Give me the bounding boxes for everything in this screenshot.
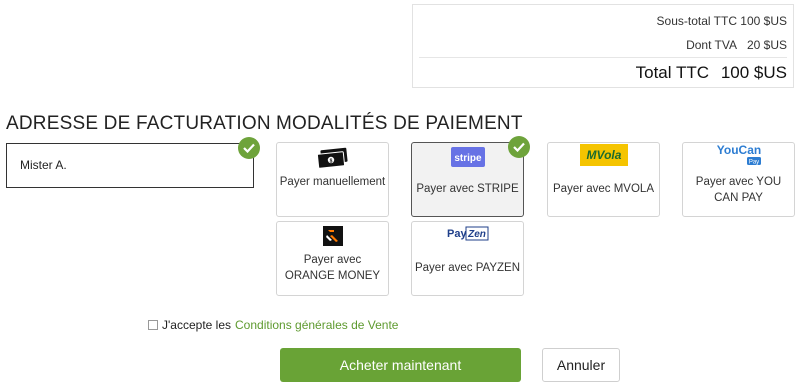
tax-value: 20 $US: [746, 38, 787, 52]
stripe-logo: stripe: [450, 147, 485, 172]
payment-method-stripe[interactable]: stripe Payer avec STRIPE: [411, 142, 524, 217]
total-label: Total TTC: [635, 63, 709, 82]
youcanpay-logo-text: YouCan: [716, 143, 760, 157]
billing-address-text: Mister A.: [20, 158, 67, 172]
billing-check-icon: [238, 137, 260, 159]
order-totals: Sous-total TTC 100 $US Dont TVA 20 $US T…: [412, 4, 794, 88]
terms-row: J'accepte les Conditions générales de Ve…: [148, 318, 398, 332]
tax-label: Dont TVA: [686, 38, 737, 52]
payment-method-manual-label: Payer manuellement: [279, 176, 386, 188]
total-value: 100 $US: [720, 63, 787, 82]
mvola-logo-text: MVola: [586, 148, 621, 162]
youcanpay-logo-sub: Pay: [748, 160, 758, 166]
payment-method-orange-money-label: Payer avec ORANGE MONEY: [284, 254, 381, 282]
payzen-logo-text2: Zen: [467, 229, 486, 240]
svg-text:$: $: [329, 158, 332, 164]
payzen-logo-text: Pay: [447, 228, 467, 240]
subtotal-row: Sous-total TTC 100 $US: [657, 14, 787, 28]
payment-heading: MODALITÉS DE PAIEMENT: [276, 113, 523, 134]
orange-money-logo: [322, 226, 343, 251]
subtotal-value: 100 $US: [740, 14, 787, 28]
payment-method-orange-money[interactable]: Payer avec ORANGE MONEY: [276, 221, 389, 296]
payment-method-mvola[interactable]: MVola Payer avec MVOLA: [547, 142, 660, 217]
stripe-logo-text: stripe: [454, 153, 482, 164]
total-row: Total TTC 100 $US: [636, 63, 787, 83]
terms-link[interactable]: Conditions générales de Vente: [235, 318, 398, 332]
payment-method-payzen[interactable]: Pay Zen Payer avec PAYZEN: [411, 221, 524, 296]
billing-heading: ADRESSE DE FACTURATION: [6, 113, 271, 134]
payzen-logo: Pay Zen: [445, 225, 491, 250]
payment-method-manual[interactable]: $ Payer manuellement: [276, 142, 389, 217]
terms-prefix: J'accepte les: [162, 318, 231, 332]
totals-divider: [419, 57, 787, 58]
billing-address-box[interactable]: Mister A.: [6, 143, 254, 188]
buy-now-button[interactable]: Acheter maintenant: [280, 348, 521, 382]
cash-icon: $: [316, 147, 350, 174]
youcanpay-logo: YouCan Pay: [711, 143, 767, 172]
cancel-button[interactable]: Annuler: [542, 348, 620, 382]
mvola-logo: MVola: [579, 144, 628, 171]
subtotal-label: Sous-total TTC: [656, 14, 737, 28]
payment-method-mvola-label: Payer avec MVOLA: [553, 183, 654, 195]
terms-checkbox[interactable]: [148, 320, 158, 330]
payment-method-youcanpay[interactable]: YouCan Pay Payer avec YOU CAN PAY: [682, 142, 795, 217]
payment-method-stripe-label: Payer avec STRIPE: [416, 183, 519, 195]
payment-method-youcanpay-label: Payer avec YOU CAN PAY: [695, 176, 782, 204]
tax-row: Dont TVA 20 $US: [686, 38, 787, 52]
stripe-selected-check-icon: [508, 136, 530, 158]
payment-method-payzen-label: Payer avec PAYZEN: [414, 262, 521, 274]
